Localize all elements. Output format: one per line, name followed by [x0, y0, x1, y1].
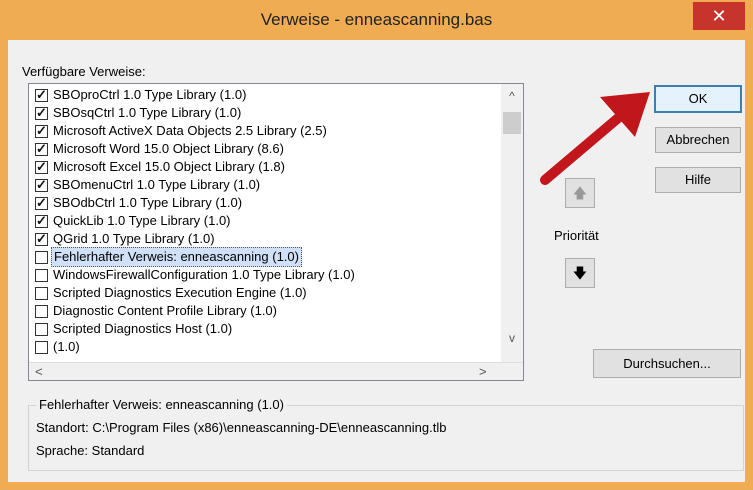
reference-label: Scripted Diagnostics Host (1.0) [53, 321, 233, 336]
reference-item[interactable]: SBOdbCtrl 1.0 Type Library (1.0) [29, 194, 499, 212]
browse-button[interactable]: Durchsuchen... [593, 349, 741, 378]
references-list: SBOproCtrl 1.0 Type Library (1.0) SBOsqCt… [29, 86, 499, 356]
reference-label: (1.0) [53, 339, 80, 354]
reference-checkbox[interactable] [35, 286, 48, 300]
reference-checkbox[interactable] [35, 158, 48, 176]
reference-item[interactable]: Microsoft ActiveX Data Objects 2.5 Libra… [29, 122, 499, 140]
reference-checkbox[interactable] [35, 230, 48, 248]
scroll-right-icon[interactable]: > [479, 364, 487, 379]
priority-down-button[interactable]: 🡇 [565, 258, 595, 288]
ok-button[interactable]: OK [654, 85, 742, 113]
reference-checkbox[interactable] [35, 250, 48, 264]
reference-checkbox[interactable] [35, 268, 48, 282]
reference-label: WindowsFirewallConfiguration 1.0 Type Li… [53, 267, 355, 282]
scroll-down-icon[interactable]: v [501, 331, 523, 345]
reference-location: Standort: C:\Program Files (x86)\enneasc… [36, 420, 447, 435]
vertical-scrollbar[interactable]: ^ v [501, 84, 523, 364]
reference-checkbox[interactable] [35, 104, 48, 122]
reference-language: Sprache: Standard [36, 443, 145, 458]
priority-up-button[interactable]: 🡅 [565, 178, 595, 208]
reference-checkbox[interactable] [35, 304, 48, 318]
reference-checkbox[interactable] [35, 194, 48, 212]
close-button[interactable]: ✕ [693, 2, 745, 30]
reference-item[interactable]: SBOproCtrl 1.0 Type Library (1.0) [29, 86, 499, 104]
reference-label: QuickLib 1.0 Type Library (1.0) [53, 213, 231, 228]
reference-checkbox[interactable] [35, 322, 48, 336]
reference-label: SBOproCtrl 1.0 Type Library (1.0) [53, 87, 247, 102]
priority-label: Priorität [554, 228, 599, 243]
reference-checkbox[interactable] [35, 86, 48, 104]
reference-checkbox[interactable] [35, 140, 48, 158]
reference-label: SBOmenuCtrl 1.0 Type Library (1.0) [53, 177, 261, 192]
reference-item[interactable]: Scripted Diagnostics Execution Engine (1… [29, 284, 499, 302]
scroll-left-icon[interactable]: < [35, 364, 43, 379]
reference-details-group [28, 405, 744, 471]
window-title: Verweise - enneascanning.bas [260, 10, 493, 29]
reference-label: SBOsqCtrl 1.0 Type Library (1.0) [53, 105, 242, 120]
scroll-thumb[interactable] [503, 112, 521, 134]
reference-label: Microsoft Word 15.0 Object Library (8.6) [53, 141, 284, 156]
reference-label: Diagnostic Content Profile Library (1.0) [53, 303, 277, 318]
reference-checkbox[interactable] [35, 122, 48, 140]
reference-label: Scripted Diagnostics Execution Engine (1… [53, 285, 307, 300]
reference-item[interactable]: Scripted Diagnostics Host (1.0) [29, 320, 499, 338]
reference-item[interactable]: QuickLib 1.0 Type Library (1.0) [29, 212, 499, 230]
scroll-up-icon[interactable]: ^ [501, 89, 523, 103]
reference-item[interactable]: (1.0) [29, 338, 499, 356]
reference-checkbox[interactable] [35, 212, 48, 230]
reference-item[interactable]: SBOmenuCtrl 1.0 Type Library (1.0) [29, 176, 499, 194]
references-dialog: Verweise - enneascanning.bas ✕ Verfügbar… [0, 0, 753, 490]
reference-label: SBOdbCtrl 1.0 Type Library (1.0) [53, 195, 243, 210]
reference-checkbox[interactable] [35, 176, 48, 194]
reference-item[interactable]: QGrid 1.0 Type Library (1.0) [29, 230, 499, 248]
available-references-label: Verfügbare Verweise: [22, 64, 146, 79]
reference-checkbox[interactable] [35, 340, 48, 354]
reference-item[interactable]: SBOsqCtrl 1.0 Type Library (1.0) [29, 104, 499, 122]
cancel-button[interactable]: Abbrechen [655, 127, 741, 153]
horizontal-scrollbar[interactable]: < > [29, 362, 523, 380]
reference-item[interactable]: Microsoft Word 15.0 Object Library (8.6) [29, 140, 499, 158]
reference-item[interactable]: Diagnostic Content Profile Library (1.0) [29, 302, 499, 320]
references-listbox[interactable]: SBOproCtrl 1.0 Type Library (1.0) SBOsqCt… [28, 83, 524, 381]
reference-item[interactable]: Fehlerhafter Verweis: enneascanning (1.0… [29, 247, 499, 267]
help-button[interactable]: Hilfe [655, 167, 741, 193]
reference-details-title: Fehlerhafter Verweis: enneascanning (1.0… [36, 397, 287, 412]
reference-label: Microsoft Excel 15.0 Object Library (1.8… [53, 159, 285, 174]
reference-item[interactable]: Microsoft Excel 15.0 Object Library (1.8… [29, 158, 499, 176]
reference-item[interactable]: WindowsFirewallConfiguration 1.0 Type Li… [29, 266, 499, 284]
reference-label: Fehlerhafter Verweis: enneascanning (1.0… [51, 247, 302, 267]
title-bar[interactable]: Verweise - enneascanning.bas ✕ [0, 0, 753, 40]
reference-label: QGrid 1.0 Type Library (1.0) [53, 231, 215, 246]
reference-label: Microsoft ActiveX Data Objects 2.5 Libra… [53, 123, 327, 138]
